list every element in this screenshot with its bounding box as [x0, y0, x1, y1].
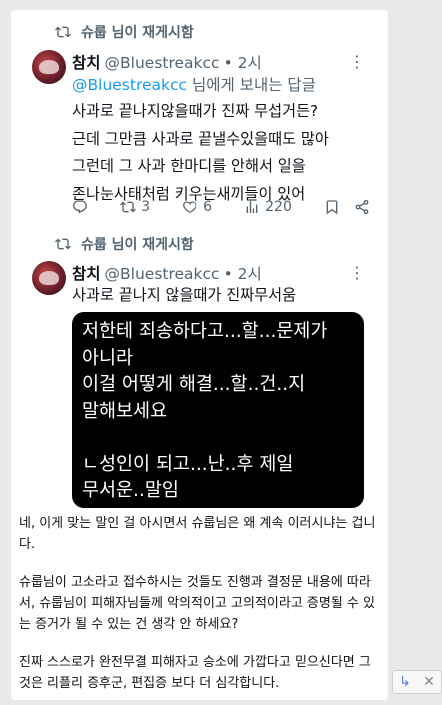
tweet-header: 참치 @Bluestreakcc • 2시 — [72, 51, 262, 73]
tweet-body: 사과로 끝나지 않을때가 진짜무서움 — [72, 286, 297, 304]
author-name[interactable]: 참치 — [72, 51, 101, 73]
like-button[interactable]: 6 — [182, 199, 212, 215]
views-button[interactable]: 220 — [244, 199, 292, 215]
author-handle[interactable]: @Bluestreakcc — [105, 265, 220, 283]
return-arrow-icon[interactable]: ↳ — [399, 674, 411, 690]
comment-paragraph: 네, 이게 맞는 말인 걸 아시면서 슈룹님은 왜 계속 이러시냐는 겁니다. — [19, 516, 376, 552]
close-icon[interactable]: ✕ — [423, 674, 435, 690]
views-icon — [246, 201, 258, 213]
retweet-header[interactable]: 슈룹 님이 재게시함 — [55, 22, 194, 42]
author-handle[interactable]: @Bluestreakcc — [105, 54, 220, 72]
tweet-actions: 3 6 220 — [72, 199, 370, 215]
bookmark-icon[interactable] — [324, 199, 340, 215]
retweet-header[interactable]: 슈룹 님이 재게시함 — [55, 234, 194, 254]
retweet-button[interactable]: 3 — [120, 199, 150, 215]
reply-mention-link[interactable]: @Bluestreakcc — [72, 76, 187, 94]
retweet-count: 3 — [141, 199, 151, 215]
retweet-label: 슈룹 님이 재게시함 — [81, 237, 194, 253]
tweet-body: 사과로 끝나지않을때가 진짜 무섭거든? 근데 그만큼 사과로 끝낼수있을때도 … — [72, 102, 329, 203]
comment-paragraph: 슈룹님이 고소라고 접수하시는 것들도 진행과 결정문 내용에 따라서, 슈룹님… — [19, 575, 375, 632]
reply-icon — [73, 200, 87, 214]
comment-text: 네, 이게 맞는 말인 걸 아시면서 슈룹님은 왜 계속 이러시냐는 겁니다. … — [19, 513, 376, 700]
tweet-image[interactable]: 저한테 죄송하다고...할...문제가 아니라 이걸 어떻게 해결...할..건… — [72, 312, 364, 508]
reply-suffix: 님에게 보내는 답글 — [187, 76, 316, 94]
tweet-header: 참치 @Bluestreakcc • 2시 — [72, 262, 262, 284]
more-icon[interactable]: ⋮ — [349, 52, 365, 71]
share-icon[interactable] — [354, 199, 370, 215]
retweet-icon — [55, 26, 71, 38]
author-name[interactable]: 참치 — [72, 262, 101, 284]
reply-button[interactable] — [72, 199, 88, 215]
retweet-icon — [55, 238, 71, 250]
avatar[interactable] — [32, 261, 66, 295]
avatar[interactable] — [32, 50, 66, 84]
views-count: 220 — [265, 199, 292, 215]
like-count: 6 — [203, 199, 213, 215]
reply-to-line: @Bluestreakcc 님에게 보내는 답글 — [72, 73, 316, 95]
tweet-time[interactable]: • 2시 — [224, 262, 262, 284]
retweet-icon — [120, 201, 137, 213]
tweet-time[interactable]: • 2시 — [224, 51, 262, 73]
heart-icon — [183, 201, 197, 213]
tweet-extra-actions — [324, 199, 370, 215]
feed-card: 슈룹 님이 재게시함 참치 @Bluestreakcc • 2시 ⋮ @Blue… — [11, 10, 388, 700]
comment-paragraph: 진짜 스스로가 완전무결 피해자고 승소에 가깝다고 믿으신다면 그것은 리플리… — [19, 655, 371, 691]
more-icon[interactable]: ⋮ — [349, 263, 365, 282]
retweet-label: 슈룹 님이 재게시함 — [81, 25, 194, 41]
floating-toolbar: ↳ ✕ — [392, 670, 442, 694]
